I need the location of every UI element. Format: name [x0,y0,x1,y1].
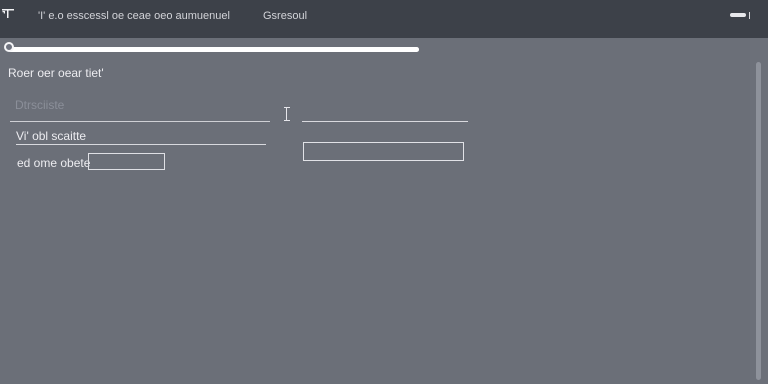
field-label-first: Dtrsciiste [15,98,65,112]
text-cursor-icon [282,103,292,123]
field-label-third: ed ome obete [17,156,91,170]
progress-track[interactable] [8,47,419,52]
window-title: 'I' e.o esscessl oe ceae oeo aumuenuel [38,10,230,22]
field-underline-second[interactable] [302,121,468,122]
window-minimize-icon [730,13,746,17]
vertical-scrollbar-thumb[interactable] [756,62,761,380]
field-underline-first[interactable] [10,121,270,122]
field-underline-third[interactable] [16,144,266,145]
window-subtitle: Gsresoul [263,10,308,22]
small-input-field[interactable] [88,153,165,170]
app-icon [2,9,14,18]
progress-fill [8,47,419,52]
window-minimize-button[interactable] [728,11,750,20]
field-label-second: Vi' obl scaitte [16,129,87,143]
title-bar: 'I' e.o esscessl oe ceae oeo aumuenuel G… [0,0,768,38]
window-control-divider [749,12,750,19]
section-title: Roer oer oear tiet' [8,66,104,80]
large-input-field[interactable] [303,142,464,161]
vertical-scrollbar[interactable] [750,38,768,384]
app-window: 'I' e.o esscessl oe ceae oeo aumuenuel G… [0,0,768,384]
progress-knob[interactable] [4,42,14,52]
